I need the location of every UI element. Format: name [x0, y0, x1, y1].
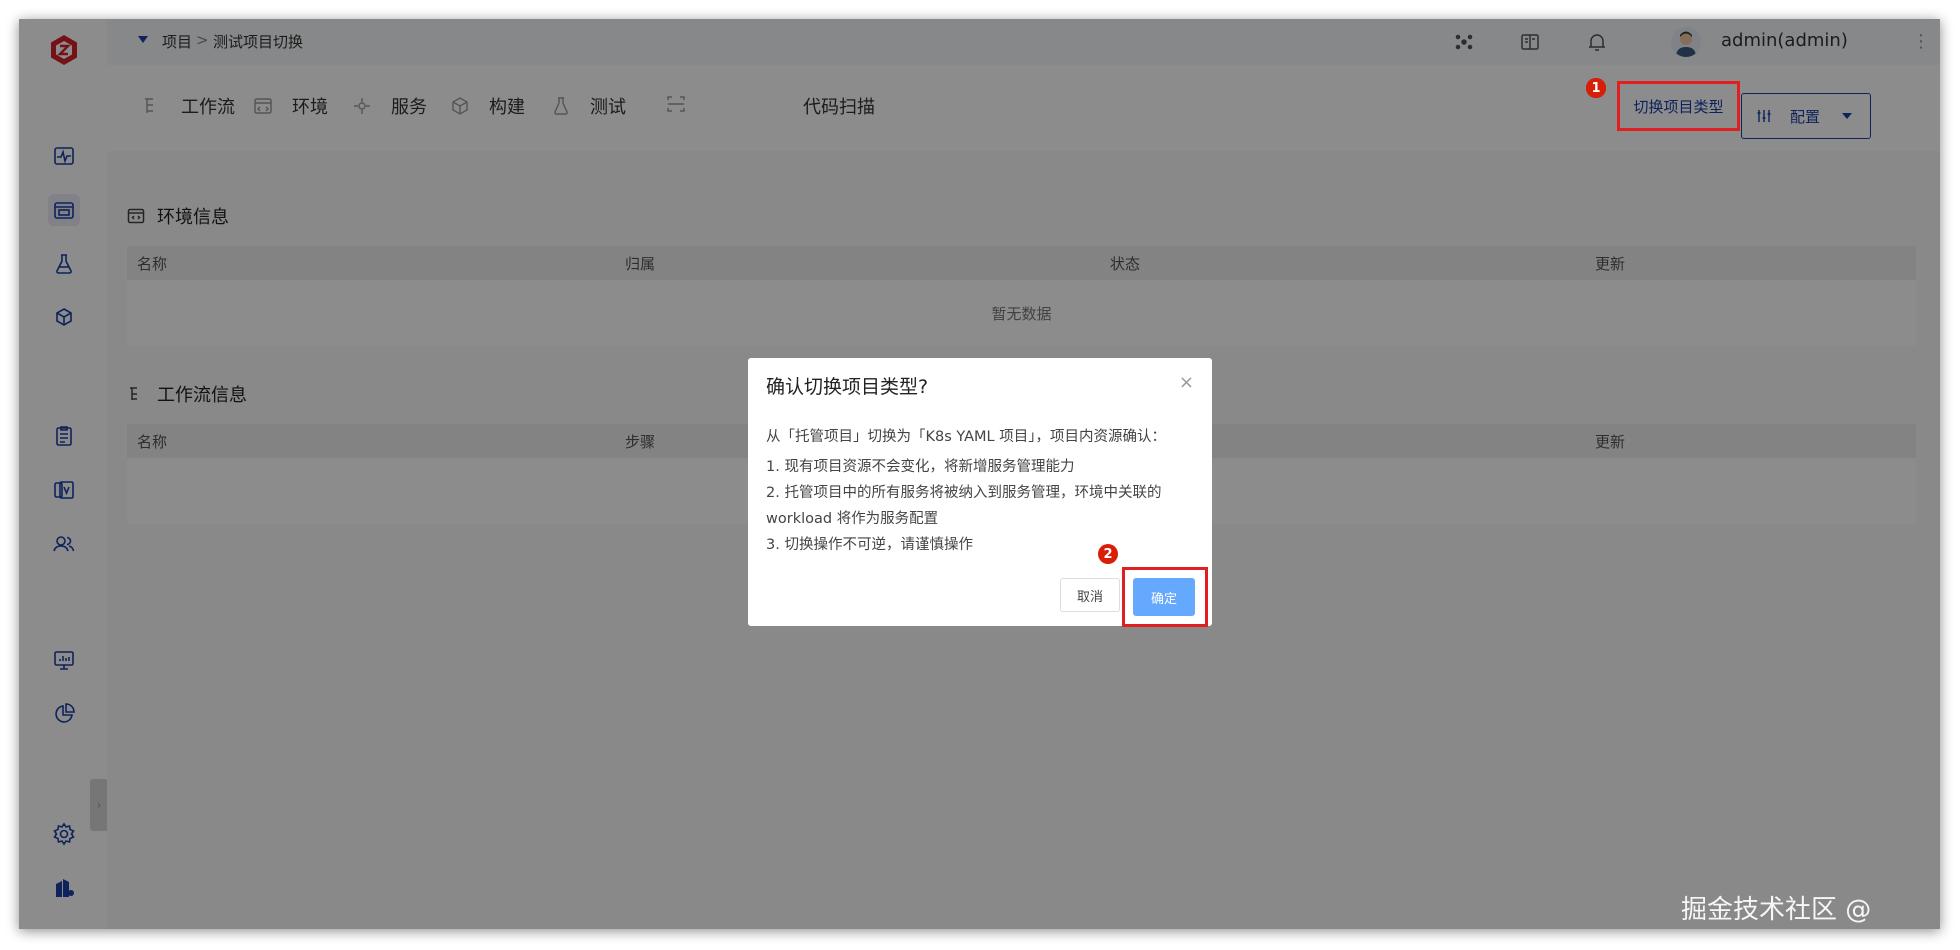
dialog-item: 3. 切换操作不可逆，请谨慎操作: [766, 537, 973, 553]
step-badge-2: 2: [1098, 544, 1118, 564]
cancel-button[interactable]: 取消: [1060, 578, 1120, 612]
dialog-item: 1. 现有项目资源不会变化，将新增服务管理能力: [766, 459, 1075, 475]
close-icon[interactable]: ×: [1179, 372, 1194, 393]
dialog-title: 确认切换项目类型?: [766, 376, 929, 398]
app-window: › 项目 > 测试项目切换 admin(admin) ⋮ 工作流 环境 服务 构…: [19, 19, 1940, 929]
switch-project-type-highlight: [1617, 81, 1740, 131]
watermark: 掘金技术社区 @ Zadig: [1681, 895, 1872, 929]
dialog-intro: 从「托管项目」切换为「K8s YAML 项目」，项目内资源确认：: [766, 429, 1166, 445]
dialog-body: 从「托管项目」切换为「K8s YAML 项目」，项目内资源确认： 1. 现有项目…: [766, 424, 1196, 558]
dialog-item: 2. 托管项目中的所有服务将被纳入到服务管理，环境中关联的 workload 将…: [766, 485, 1162, 527]
confirm-button[interactable]: 确定: [1133, 578, 1195, 616]
step-badge-1-overlay: 1: [1586, 78, 1606, 98]
confirm-dialog: 确认切换项目类型? × 从「托管项目」切换为「K8s YAML 项目」，项目内资…: [748, 358, 1212, 627]
